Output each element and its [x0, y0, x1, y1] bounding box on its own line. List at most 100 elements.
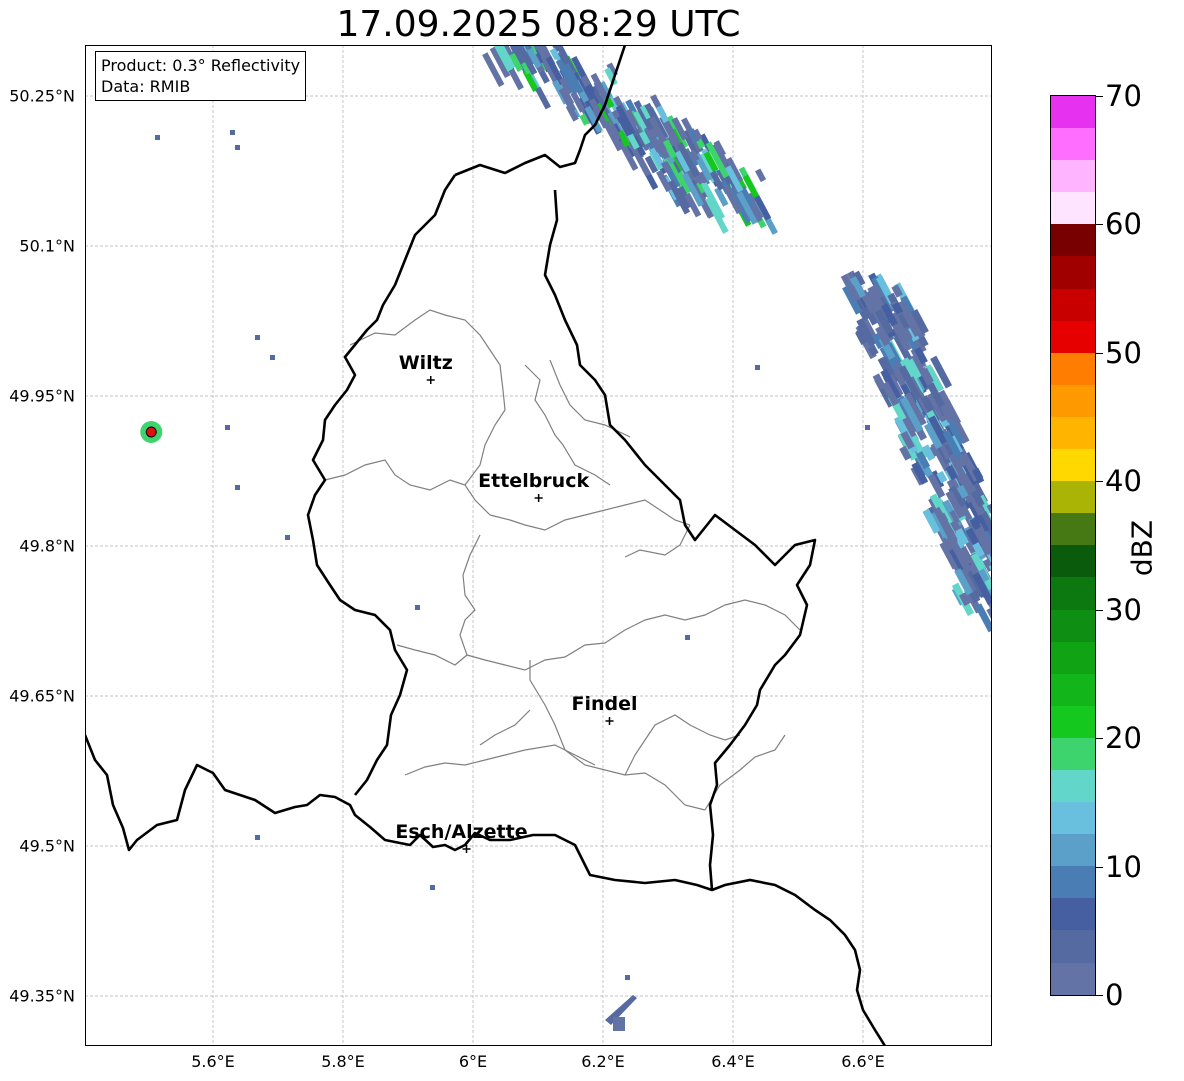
echo-cell — [974, 603, 992, 633]
echo-cell — [155, 135, 160, 140]
colorbar-segment — [1051, 192, 1095, 225]
city-marker — [426, 376, 435, 384]
echo-cell — [535, 86, 551, 110]
colorbar-segment — [1051, 320, 1095, 353]
graticule — [85, 45, 992, 1046]
colorbar-segment — [1051, 384, 1095, 417]
colorbar-tick-label: 0 — [1105, 978, 1124, 1012]
latitude-tick-label: 49.5°N — [19, 836, 75, 856]
longitude-tick-label: 6.2°E — [581, 1052, 625, 1071]
colorbar-segment — [1051, 737, 1095, 770]
colorbar-segment — [1051, 577, 1095, 610]
country-borders — [85, 45, 887, 1046]
city-label: Wiltz — [398, 352, 453, 374]
colorbar-tick-mark — [1096, 609, 1103, 611]
city-label: Ettelbruck — [478, 470, 590, 492]
canton-boundary — [624, 524, 691, 558]
colorbar-tick-label: 20 — [1105, 721, 1142, 756]
canton-boundary — [404, 744, 596, 776]
latitude-tick-label: 49.35°N — [9, 986, 75, 1006]
colorbar-segment — [1051, 449, 1095, 482]
echo-cell — [255, 335, 260, 340]
colorbar-tick-mark — [1096, 866, 1103, 868]
longitude-tick-label: 5.8°E — [321, 1052, 365, 1071]
colorbar-segment — [1051, 802, 1095, 835]
city-marker — [605, 717, 614, 725]
longitude-tick-label: 6.6°E — [841, 1052, 885, 1071]
radar-echoes — [140, 45, 992, 1031]
canton-boundary — [489, 499, 691, 531]
map-canvas — [85, 45, 992, 1046]
echo-cell — [415, 605, 420, 610]
colorbar-segment — [1051, 128, 1095, 161]
colorbar-label: dBZ — [1125, 519, 1159, 577]
product-info-box: Product: 0.3° Reflectivity Data: RMIB — [95, 51, 307, 101]
product-text: Product: 0.3° Reflectivity — [101, 56, 301, 75]
colorbar-segment — [1051, 224, 1095, 257]
colorbar-segment — [1051, 866, 1095, 899]
colorbar-segment — [1051, 352, 1095, 385]
colorbar-segment — [1051, 513, 1095, 546]
city-marker — [534, 494, 543, 502]
colorbar-tick-label: 50 — [1105, 335, 1142, 370]
latitude-tick-label: 50.25°N — [9, 86, 75, 106]
echo-cell — [755, 168, 767, 183]
echo-cell — [625, 975, 630, 980]
colorbar-tick-mark — [1096, 481, 1103, 483]
longitude-tick-label: 6°E — [458, 1052, 488, 1071]
latitude-tick-label: 50.1°N — [19, 236, 75, 256]
colorbar-segment — [1051, 288, 1095, 321]
colorbar-segment — [1051, 962, 1095, 995]
colorbar-segment — [1051, 641, 1095, 674]
echo-cell — [270, 355, 275, 360]
echo-cell — [430, 885, 435, 890]
echo-cell — [755, 365, 760, 370]
colorbar-segment — [1051, 834, 1095, 867]
echo-cell — [613, 1017, 625, 1031]
colorbar-segment — [1051, 930, 1095, 963]
canton-boundary — [349, 309, 504, 391]
city-markers — [145, 376, 614, 853]
echo-cell — [225, 425, 230, 430]
colorbar-segment — [1051, 416, 1095, 450]
echo-cell — [230, 130, 235, 135]
chart-title: 17.09.2025 08:29 UTC — [336, 4, 741, 45]
canton-boundary — [624, 714, 741, 776]
canton-boundary — [324, 459, 491, 516]
echo-cell — [685, 635, 690, 640]
colorbar-segment — [1051, 898, 1095, 931]
canton-boundary — [396, 534, 481, 666]
longitude-tick-label: 6.4°E — [711, 1052, 755, 1071]
latitude-tick-label: 49.95°N — [9, 386, 75, 406]
echo-cell — [255, 835, 260, 840]
colorbar-tick-mark — [1096, 224, 1103, 226]
colorbar-segment — [1051, 705, 1095, 738]
colorbar-tick-label: 10 — [1105, 849, 1142, 884]
colorbar-segment — [1051, 256, 1095, 289]
data-source-text: Data: RMIB — [101, 77, 191, 96]
colorbar-tick-mark — [1096, 995, 1103, 996]
colorbar-tick-label: 30 — [1105, 592, 1142, 627]
radar-map[interactable] — [85, 45, 992, 1046]
city-label: Findel — [571, 693, 638, 715]
colorbar-tick-mark — [1096, 738, 1103, 740]
canton-boundary — [479, 709, 531, 746]
city-label: Esch/Alzette — [395, 821, 528, 843]
colorbar-segment — [1051, 609, 1095, 642]
echo-cell — [285, 535, 290, 540]
latitude-tick-label: 49.8°N — [19, 536, 75, 556]
colorbar-tick-label: 40 — [1105, 464, 1142, 499]
colorbar — [1050, 95, 1096, 996]
colorbar-segment — [1051, 545, 1095, 578]
colorbar-segment — [1051, 160, 1095, 193]
canton-boundary — [466, 599, 801, 671]
latitude-tick-label: 49.65°N — [9, 686, 75, 706]
canton-boundaries — [324, 309, 801, 811]
echo-cell — [235, 145, 240, 150]
border-line — [711, 878, 887, 1046]
radar-site-marker — [145, 426, 157, 438]
colorbar-tick-label: 60 — [1105, 207, 1142, 242]
canton-boundary — [529, 660, 706, 811]
colorbar-tick-label: 70 — [1105, 79, 1142, 113]
colorbar-tick-mark — [1096, 352, 1103, 354]
